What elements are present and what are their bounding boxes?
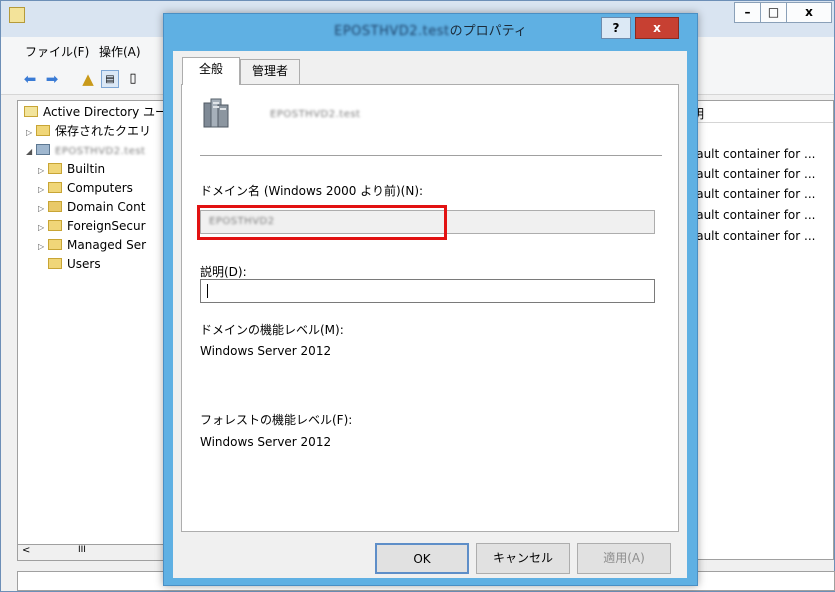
back-arrow-icon[interactable]: ⬅: [21, 70, 39, 88]
clipboard-icon[interactable]: ▯: [124, 70, 142, 88]
tree-pane: Active Directory ユー ▷ 保存されたクエリ ◢ EPOSTHVD2…: [17, 100, 171, 560]
forward-arrow-icon[interactable]: ➡: [43, 70, 61, 88]
chevron-right-icon[interactable]: ▷: [38, 237, 48, 256]
domain-level-label: ドメインの機能レベル(M):: [200, 323, 344, 337]
dialog-close-button[interactable]: x: [635, 17, 679, 39]
tree-item-label: EPOSTHVD2.test: [55, 146, 146, 157]
domain-name-text: EPOSTHVD2.test: [270, 109, 361, 120]
maximize-button[interactable]: □: [760, 2, 787, 23]
ok-button[interactable]: OK: [375, 543, 469, 574]
separator: [200, 155, 662, 156]
highlight-box: [197, 205, 447, 240]
domain-level-value: Windows Server 2012: [200, 344, 332, 358]
ou-folder-icon: [48, 201, 62, 212]
description-field[interactable]: [200, 279, 655, 303]
show-tree-icon[interactable]: ▤: [101, 70, 119, 88]
list-item[interactable]: fault container for ...: [692, 167, 815, 181]
tree-item-label: Active Directory ユー: [43, 105, 168, 119]
chevron-down-icon[interactable]: ◢: [26, 142, 36, 161]
description-label: 説明(D):: [200, 265, 247, 279]
domain-icon: [203, 98, 229, 128]
tree-item-label: Builtin: [67, 162, 106, 176]
dialog-client: 全般 管理者 EPOSTHVD2.test ドメイン名 (Windows 200…: [173, 51, 687, 578]
minimize-button[interactable]: –: [734, 2, 761, 23]
tree-item-label: ForeignSecur: [67, 219, 146, 233]
tab-page-general: EPOSTHVD2.test ドメイン名 (Windows 2000 より前)(…: [181, 84, 679, 532]
menu-action[interactable]: 操作(A): [99, 43, 141, 60]
folder-icon: [48, 220, 62, 231]
list-item[interactable]: fault container for ...: [692, 187, 815, 201]
forest-level-label: フォレストの機能レベル(F):: [200, 413, 353, 427]
tree-item-label: 保存されたクエリ: [55, 124, 152, 138]
tree-item-domain[interactable]: ◢ EPOSTHVD2.test: [26, 141, 145, 160]
menu-file[interactable]: ファイル(F): [25, 43, 89, 60]
list-item[interactable]: fault container for ...: [692, 229, 815, 243]
text-cursor: [207, 284, 208, 298]
chevron-right-icon[interactable]: ▷: [38, 161, 48, 180]
chevron-right-icon[interactable]: ▷: [26, 123, 36, 142]
folder-icon: [48, 239, 62, 250]
netbios-label: ドメイン名 (Windows 2000 より前)(N):: [200, 184, 424, 198]
folder-icon: [48, 163, 62, 174]
tab-general[interactable]: 全般: [182, 57, 240, 85]
scroll-thumb[interactable]: III: [78, 545, 86, 555]
chevron-right-icon[interactable]: ▷: [38, 218, 48, 237]
tree-item-root[interactable]: Active Directory ユー: [24, 103, 167, 122]
cancel-button[interactable]: キャンセル: [476, 543, 570, 574]
tree-item-foreign-security[interactable]: ▷ ForeignSecur: [38, 217, 146, 236]
up-folder-icon[interactable]: ▲: [79, 70, 97, 88]
tree-item-domain-controllers[interactable]: ▷ Domain Cont: [38, 198, 145, 217]
folder-icon: [36, 125, 50, 136]
tree-item-label: Managed Ser: [67, 238, 147, 252]
apply-button[interactable]: 適用(A): [577, 543, 671, 574]
domain-icon: [36, 144, 50, 155]
tree-item-saved-queries[interactable]: ▷ 保存されたクエリ: [26, 122, 151, 141]
chevron-right-icon[interactable]: ▷: [38, 180, 48, 199]
horizontal-scrollbar[interactable]: < III: [17, 544, 171, 561]
forest-level-value: Windows Server 2012: [200, 435, 332, 449]
folder-icon: [48, 258, 62, 269]
tree-item-label: Computers: [67, 181, 133, 195]
chevron-right-icon[interactable]: ▷: [38, 199, 48, 218]
tab-managed-by[interactable]: 管理者: [240, 59, 300, 84]
help-button[interactable]: ?: [601, 17, 631, 39]
close-button[interactable]: x: [786, 2, 832, 23]
properties-dialog: EPOSTHVD2.testのプロパティ ? x 全般 管理者 EPOSTHVD…: [163, 13, 698, 586]
scroll-left-icon[interactable]: <: [22, 545, 30, 556]
tree-item-users[interactable]: Users: [48, 255, 101, 274]
tree-item-label: Users: [67, 257, 101, 271]
list-item[interactable]: fault container for ...: [692, 208, 815, 222]
list-item[interactable]: fault container for ...: [692, 147, 815, 161]
tree-item-builtin[interactable]: ▷ Builtin: [38, 160, 105, 179]
tree-item-computers[interactable]: ▷ Computers: [38, 179, 133, 198]
dialog-title-domain: EPOSTHVD2.test: [334, 24, 450, 39]
app-icon: [9, 7, 25, 23]
tree-item-label: Domain Cont: [67, 200, 146, 214]
dialog-title-suffix: のプロパティ: [449, 24, 527, 39]
tree-item-managed-service[interactable]: ▷ Managed Ser: [38, 236, 146, 255]
folder-icon: [48, 182, 62, 193]
aduc-icon: [24, 106, 38, 117]
